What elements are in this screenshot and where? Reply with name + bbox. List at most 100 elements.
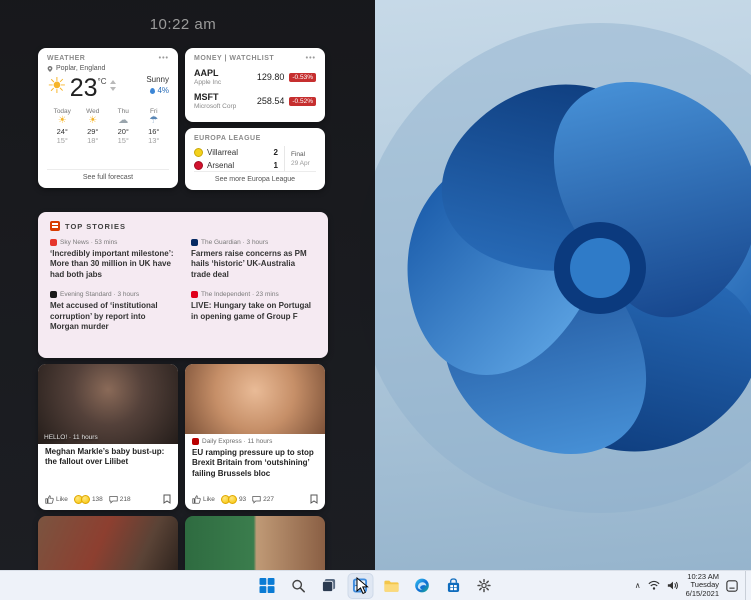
stock-change-badge: -0.52%: [289, 97, 316, 106]
news-headline[interactable]: EU ramping pressure up to stop Brexit Br…: [185, 445, 325, 479]
bookmark-icon[interactable]: [310, 494, 318, 504]
reaction-emoji-icon: [228, 495, 237, 504]
forecast-day: Today ☀ 24° 15°: [47, 108, 78, 145]
weather-widget[interactable]: WEATHER ••• Poplar, England ☀ 23 °C: [38, 48, 178, 188]
money-title: MONEY | WATCHLIST: [194, 55, 274, 62]
top-stories-title: TOP STORIES: [65, 222, 126, 231]
temp-down-arrow-icon: [110, 87, 116, 91]
windows-logo-icon: [260, 578, 275, 593]
like-button[interactable]: Like: [192, 495, 215, 504]
stock-company: Apple Inc: [194, 79, 221, 86]
top-stories-icon: [50, 221, 60, 231]
current-temp: 23: [70, 75, 98, 101]
thumbs-up-icon: [45, 495, 54, 504]
story-item[interactable]: The Guardian · 3 hours Farmers raise con…: [191, 239, 316, 280]
story-item[interactable]: Sky News · 53 mins ‘Incredibly important…: [50, 239, 175, 280]
folder-icon: [383, 579, 399, 593]
task-view-icon: [322, 578, 337, 593]
villarreal-badge-icon: [194, 148, 203, 157]
story-item[interactable]: Evening Standard · 3 hours Met accused o…: [50, 291, 175, 332]
reaction-count[interactable]: 138: [74, 495, 103, 504]
weather-title: WEATHER: [47, 55, 85, 62]
comment-count[interactable]: 227: [252, 495, 274, 504]
stock-symbol: AAPL: [194, 68, 221, 78]
story-headline[interactable]: Farmers raise concerns as PM hails ‘hist…: [191, 249, 316, 280]
volume-icon[interactable]: [667, 580, 679, 591]
sun-icon: ☀: [47, 115, 78, 127]
news-headline[interactable]: Meghan Markle’s baby bust-up: the fallou…: [38, 444, 178, 468]
precip-chance: 4%: [157, 86, 169, 95]
tray-date: 6/15/2021: [686, 590, 719, 599]
show-desktop-strip[interactable]: [745, 571, 748, 600]
tray-clock[interactable]: 10:23 AM Tuesday 6/15/2021: [686, 573, 719, 599]
story-headline[interactable]: Met accused of ‘institutional corruption…: [50, 301, 175, 332]
file-explorer-button[interactable]: [378, 573, 404, 599]
news-card[interactable]: [38, 516, 178, 570]
news-card[interactable]: HELLO! · 11 hours Meghan Markle’s baby b…: [38, 364, 178, 510]
sky-news-icon: [50, 239, 57, 246]
away-team-score: 1: [274, 161, 278, 170]
taskbar: ∧ 10:23 AM Tuesday 6/15/2021: [0, 570, 751, 600]
bloom-wallpaper-art: [360, 0, 751, 570]
rain-icon: ☂: [139, 115, 170, 127]
start-button[interactable]: [254, 573, 280, 599]
settings-button[interactable]: [471, 573, 497, 599]
reaction-count[interactable]: 93: [221, 495, 246, 504]
news-card[interactable]: Daily Express · 11 hours EU ramping pres…: [185, 364, 325, 510]
cloud-icon: ☁: [108, 115, 139, 127]
edge-icon: [415, 578, 430, 593]
panel-clock: 10:22 am: [38, 16, 328, 33]
stock-change-badge: -0.53%: [289, 73, 316, 82]
comment-icon: [109, 495, 118, 504]
sun-icon: ☀: [47, 75, 67, 97]
news-card[interactable]: [185, 516, 325, 570]
edge-browser-button[interactable]: [409, 573, 435, 599]
stock-row[interactable]: AAPL Apple Inc 129.80 -0.53%: [194, 68, 316, 86]
news-source: Daily Express · 11 hours: [202, 438, 272, 445]
stock-price: 258.54: [257, 96, 285, 106]
search-button[interactable]: [285, 573, 311, 599]
task-view-button[interactable]: [316, 573, 342, 599]
like-button[interactable]: Like: [45, 495, 68, 504]
top-stories-widget[interactable]: TOP STORIES Sky News · 53 mins ‘Incredib…: [38, 212, 328, 358]
weather-location: Poplar, England: [56, 65, 105, 72]
evening-standard-icon: [50, 291, 57, 298]
guardian-icon: [191, 239, 198, 246]
temp-unit: °C: [98, 77, 107, 86]
stock-row[interactable]: MSFT Microsoft Corp 258.54 -0.52%: [194, 92, 316, 110]
story-headline[interactable]: ‘Incredibly important milestone’: More t…: [50, 249, 175, 280]
hidden-icons-chevron[interactable]: ∧: [635, 581, 641, 590]
away-team-name: Arsenal: [207, 161, 234, 170]
search-icon: [291, 579, 305, 593]
thumbs-up-icon: [192, 495, 201, 504]
network-wifi-icon[interactable]: [648, 580, 660, 591]
store-button[interactable]: [440, 573, 466, 599]
arsenal-badge-icon: [194, 161, 203, 170]
independent-icon: [191, 291, 198, 298]
forecast-day: Thu ☁ 20° 15°: [108, 108, 139, 145]
match-result[interactable]: Villarreal 2 Arsenal 1 Final 29 Apr: [194, 146, 316, 171]
comment-count[interactable]: 218: [109, 495, 131, 504]
location-pin-icon: [47, 66, 53, 72]
sports-widget[interactable]: EUROPA LEAGUE Villarreal 2 Arsenal 1: [185, 128, 325, 190]
money-more-options-button[interactable]: •••: [306, 55, 316, 62]
see-full-forecast-link[interactable]: See full forecast: [47, 169, 169, 181]
gear-icon: [477, 578, 492, 593]
widgets-button[interactable]: [347, 573, 373, 599]
sun-icon: ☀: [78, 115, 109, 127]
desktop: 10:22 am WEATHER ••• Poplar, England ☀ 2…: [0, 0, 751, 600]
story-headline[interactable]: LIVE: Hungary take on Portugal in openin…: [191, 301, 316, 322]
bookmark-icon[interactable]: [163, 494, 171, 504]
stock-price: 129.80: [257, 72, 285, 82]
weather-condition: Sunny: [146, 75, 169, 84]
match-status: Final: [291, 151, 316, 158]
story-item[interactable]: The Independent · 23 mins LIVE: Hungary …: [191, 291, 316, 332]
money-widget[interactable]: MONEY | WATCHLIST ••• AAPL Apple Inc 129…: [185, 48, 325, 122]
forecast-day: Wed ☀ 29° 18°: [78, 108, 109, 145]
raindrop-icon: [150, 88, 155, 94]
news-photo[interactable]: HELLO! · 11 hours: [38, 364, 178, 444]
notification-center-icon[interactable]: [726, 580, 738, 592]
news-photo[interactable]: [185, 364, 325, 434]
weather-more-options-button[interactable]: •••: [159, 55, 169, 62]
see-more-europa-league-link[interactable]: See more Europa League: [194, 171, 316, 183]
